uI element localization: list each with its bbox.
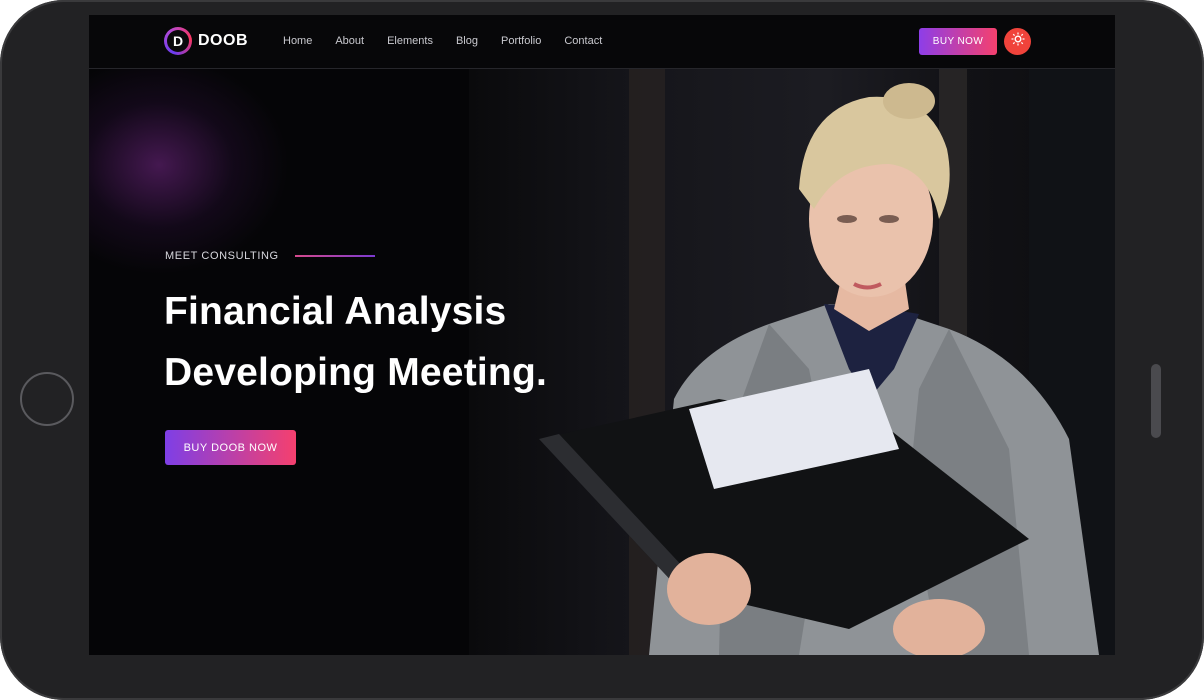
side-button[interactable] [1151,364,1161,438]
subtitle-divider [294,255,375,257]
site-logo[interactable]: D DOOB [164,27,248,55]
buy-doob-now-button[interactable]: BUY DOOB NOW [165,430,296,465]
hero-subtitle-row: MEET CONSULTING [165,250,375,262]
headline-line-2: Developing Meeting. [164,351,548,394]
site-header: D DOOB Home About Elements Blog Portfoli… [89,15,1115,69]
logo-text: DOOB [198,32,248,49]
purple-glow [89,55,289,275]
nav-item-blog[interactable]: Blog [456,35,478,47]
nav-item-elements[interactable]: Elements [387,35,433,47]
buy-now-button[interactable]: BUY NOW [919,28,997,55]
nav-item-portfolio[interactable]: Portfolio [501,35,541,47]
hero-image [469,69,1115,655]
home-button[interactable] [20,372,74,426]
hero-headline: Financial Analysis Developing Meeting. [164,281,547,403]
website-screen: D DOOB Home About Elements Blog Portfoli… [89,15,1115,655]
main-nav: Home About Elements Blog Portfolio Conta… [283,35,625,47]
logo-mark-icon: D [164,27,192,55]
nav-item-contact[interactable]: Contact [564,35,602,47]
logo-letter: D [167,30,189,52]
nav-item-home[interactable]: Home [283,35,312,47]
theme-toggle-button[interactable] [1004,28,1031,55]
sun-icon [1011,32,1025,51]
tablet-frame: D DOOB Home About Elements Blog Portfoli… [0,0,1204,700]
nav-item-about[interactable]: About [335,35,364,47]
headline-line-1: Financial Analysis [164,290,507,333]
hero-subtitle: MEET CONSULTING [165,250,279,262]
